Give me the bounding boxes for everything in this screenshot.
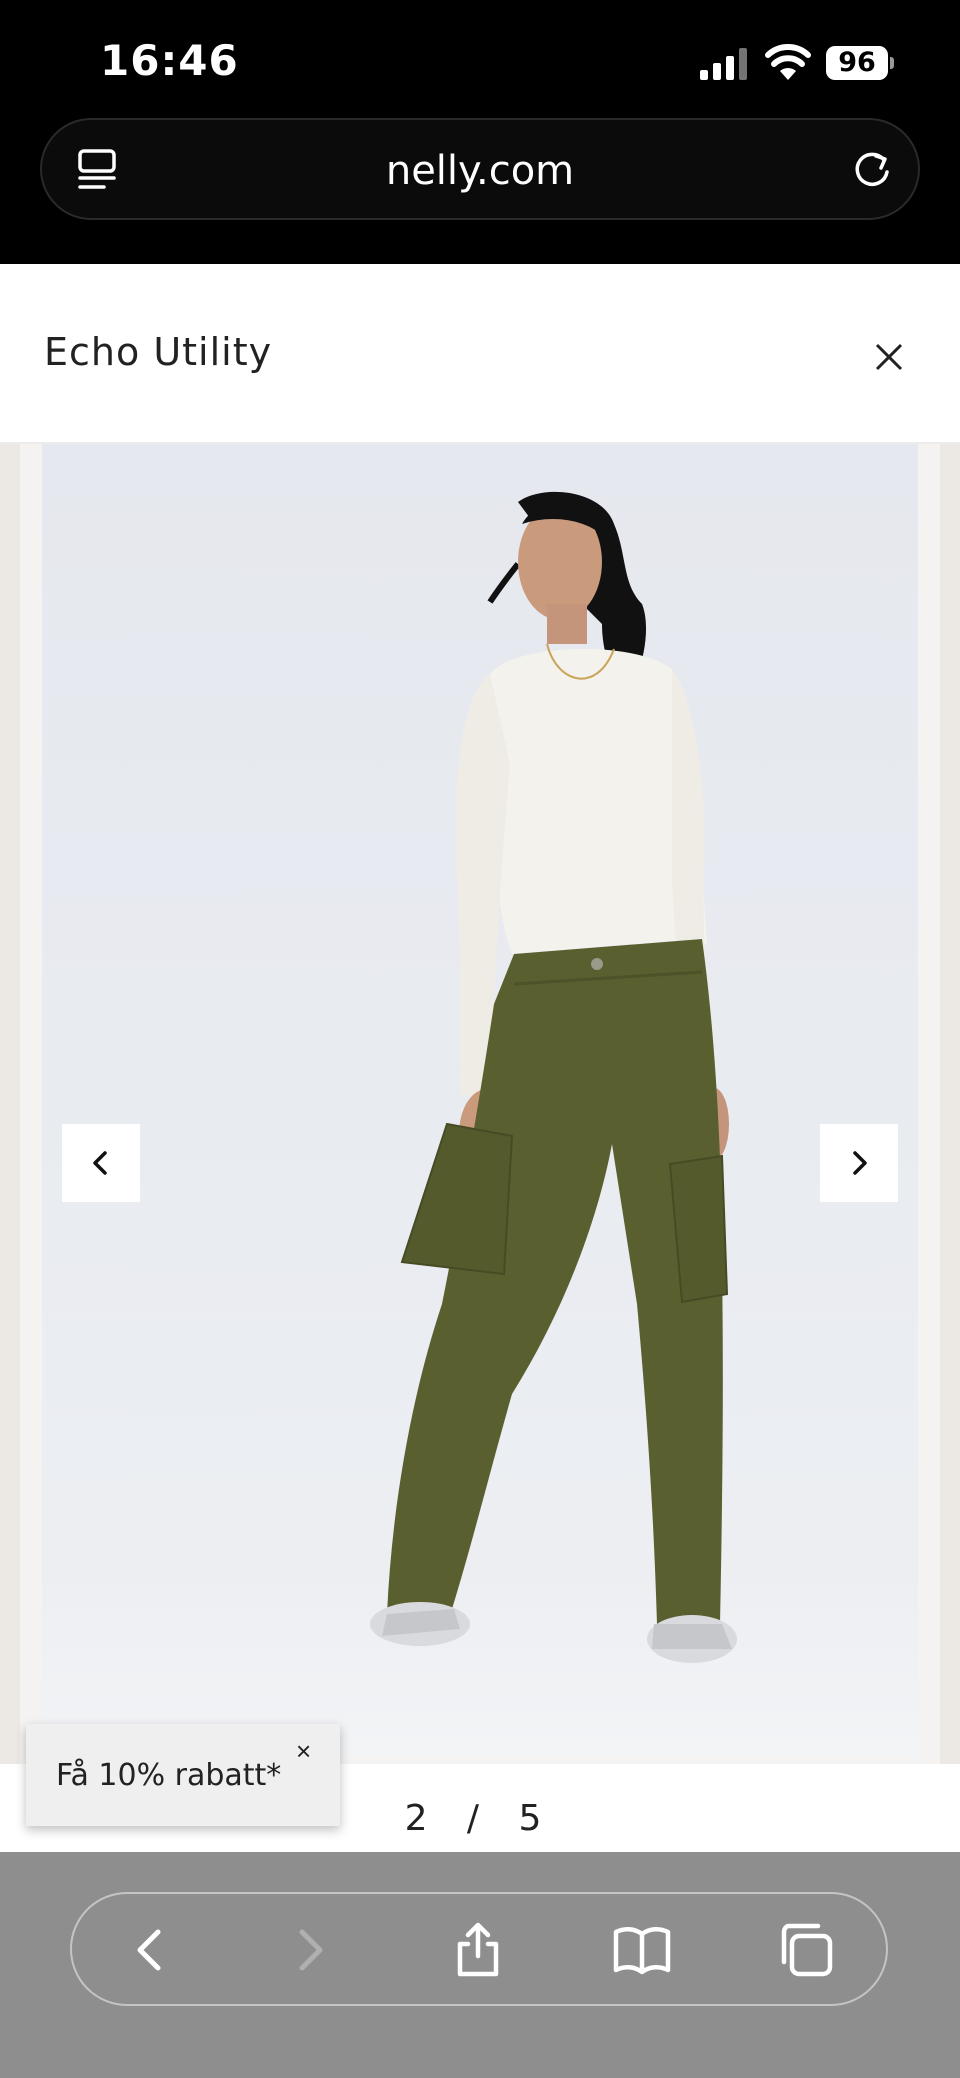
address-bar[interactable]: nelly.com [40, 118, 920, 220]
total-image-count: 5 [518, 1798, 556, 1839]
status-time: 16:46 [100, 36, 239, 85]
url-text[interactable]: nelly.com [42, 148, 918, 194]
toolbar-pill [70, 1892, 888, 2006]
reload-icon[interactable] [848, 146, 896, 194]
battery-level: 96 [826, 46, 888, 80]
tabs-icon[interactable] [776, 1920, 836, 1980]
share-icon[interactable] [448, 1920, 508, 1980]
back-icon[interactable] [122, 1920, 182, 1980]
battery-icon: 96 [826, 46, 894, 82]
page-title: Echo Utility [44, 330, 273, 374]
modal-header: Echo Utility [0, 264, 960, 444]
current-image-number: 2 [404, 1798, 442, 1839]
forward-icon[interactable] [278, 1920, 338, 1980]
promo-close-icon[interactable]: × [296, 1736, 311, 1767]
close-icon[interactable] [870, 338, 908, 376]
browser-toolbar [0, 1852, 960, 2078]
previous-image-button[interactable] [62, 1124, 140, 1202]
counter-separator: / [466, 1798, 494, 1839]
chevron-left-icon [93, 1151, 107, 1175]
previous-image-peek [0, 444, 20, 1764]
next-image-peek [940, 444, 960, 1764]
bookmarks-icon[interactable] [612, 1920, 672, 1980]
status-bar: 16:46 96 [0, 0, 960, 110]
product-image-modal: Echo Utility 2 / 5 Få 10% rabatt* × [0, 264, 960, 1852]
next-image-button[interactable] [820, 1124, 898, 1202]
image-gallery[interactable] [0, 444, 960, 1764]
chevron-right-icon [853, 1151, 867, 1175]
cellular-signal-icon [700, 48, 747, 80]
promo-text[interactable]: Få 10% rabatt* [56, 1758, 281, 1793]
wifi-icon [765, 44, 811, 80]
discount-promo-banner[interactable]: Få 10% rabatt* × [26, 1724, 340, 1826]
product-image[interactable] [42, 444, 918, 1758]
model-illustration [370, 491, 737, 1663]
